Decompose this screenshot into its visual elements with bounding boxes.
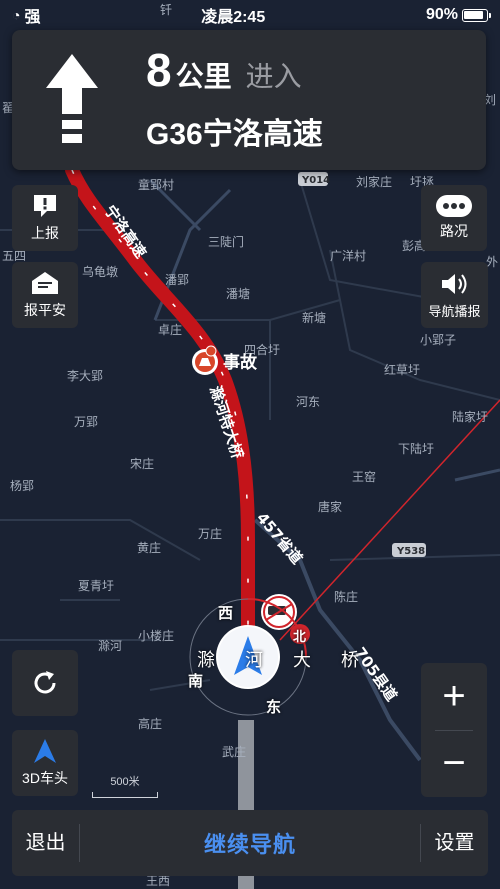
battery-icon — [461, 8, 491, 22]
map-place: 王窑 — [352, 469, 376, 484]
continue-navigation-button[interactable]: 继续导航 — [80, 827, 420, 859]
map-place: 潘郢 — [165, 273, 189, 287]
distance-unit: 公里 — [175, 61, 232, 92]
map-place: 黄庄 — [137, 540, 161, 555]
map-place: 陆家圩 — [452, 409, 488, 424]
map-place: 广洋村 — [330, 248, 366, 263]
map-place: 万庄 — [198, 526, 222, 541]
map-place: 唐家 — [318, 499, 342, 514]
clock: 凌晨2:45 — [201, 9, 266, 26]
map-place: 滁河 — [98, 638, 122, 653]
compass-south: 南 — [188, 673, 204, 690]
map-place: 五四 — [2, 249, 26, 263]
map-place: 三陡门 — [208, 234, 244, 249]
map-place: 万郢 — [74, 415, 98, 429]
scale-label: 500米 — [110, 776, 140, 788]
speed-camera-icon — [261, 594, 297, 630]
map-place: 下陆圩 — [398, 441, 434, 456]
voice-label: 导航播报 — [428, 303, 481, 319]
exit-button[interactable]: 退出 — [12, 824, 80, 862]
map-place: 小楼庄 — [138, 628, 174, 643]
map-scale: 500米 — [92, 773, 158, 798]
map-place: 童郢村 — [138, 177, 174, 192]
navigation-arrow-icon — [34, 739, 56, 763]
signal-icon: ◔ — [12, 7, 21, 23]
next-road-name: G36宁洛高速 — [146, 118, 323, 151]
report-icon — [34, 195, 56, 217]
compass-west: 西 — [218, 605, 234, 622]
bridge-label: 滁河大桥 — [197, 650, 389, 670]
map-place: 宋庄 — [130, 456, 154, 471]
speaker-icon — [441, 273, 466, 294]
settings-button[interactable]: 设置 — [420, 824, 488, 862]
incident-label: 事故 — [223, 352, 258, 373]
bottom-bar: 退出 继续导航 设置 — [12, 810, 488, 876]
3d-view-button[interactable]: 3D车头 — [12, 730, 78, 796]
map-place: 卓庄 — [158, 322, 182, 337]
3d-view-label: 3D车头 — [22, 770, 68, 786]
battery-percent: 90% — [425, 6, 458, 23]
traffic-label: 路况 — [440, 223, 468, 239]
voice-broadcast-button[interactable]: 导航播报 — [421, 262, 488, 328]
signal-strength: 强 — [24, 9, 41, 26]
map-place: 王西 — [146, 874, 170, 888]
road-shield: Y538 — [396, 546, 425, 557]
compass-north: 北 — [293, 629, 307, 644]
turn-guidance-card[interactable]: 8 公里 进入 G36宁洛高速 — [12, 30, 486, 170]
zoom-out-button[interactable]: − — [421, 731, 487, 798]
map-place: 红草圩 — [384, 362, 420, 377]
safety-button[interactable]: 报平安 — [12, 262, 78, 328]
compass-east: 东 — [266, 699, 282, 716]
map-place: 杨郢 — [10, 478, 34, 493]
map-place: 潘塘 — [226, 286, 250, 301]
map-place: 李大郢 — [67, 368, 103, 383]
map-place: 陈庄 — [334, 589, 358, 604]
map-place: 高庄 — [138, 716, 162, 731]
distance-value: 8 — [146, 44, 172, 96]
maneuver-action: 进入 — [245, 61, 302, 92]
straight-arrow-icon — [12, 30, 132, 170]
envelope-icon — [32, 272, 58, 294]
map-place: 刘家庄 — [356, 174, 392, 189]
map-place: 夏青圩 — [78, 579, 114, 593]
zoom-in-button[interactable]: + — [421, 663, 487, 730]
more-dots-icon — [436, 195, 472, 217]
refresh-icon — [34, 671, 56, 694]
road-shield: Y014 — [301, 175, 330, 186]
status-bar: ◔ 强 凌晨2:45 90% — [0, 0, 500, 30]
map-place: 武庄 — [222, 744, 246, 759]
map-place: 乌龟墩 — [82, 264, 118, 279]
recenter-button[interactable] — [12, 650, 78, 716]
report-label: 上报 — [31, 225, 59, 241]
scale-bar — [92, 792, 158, 798]
map-place: 小郢子 — [420, 333, 456, 347]
zoom-control: + − — [421, 663, 487, 797]
report-button[interactable]: 上报 — [12, 185, 78, 251]
map-place: 河东 — [296, 395, 320, 409]
traffic-button[interactable]: 路况 — [421, 185, 487, 251]
safety-label: 报平安 — [24, 302, 66, 318]
map-place: 新塘 — [302, 310, 326, 325]
